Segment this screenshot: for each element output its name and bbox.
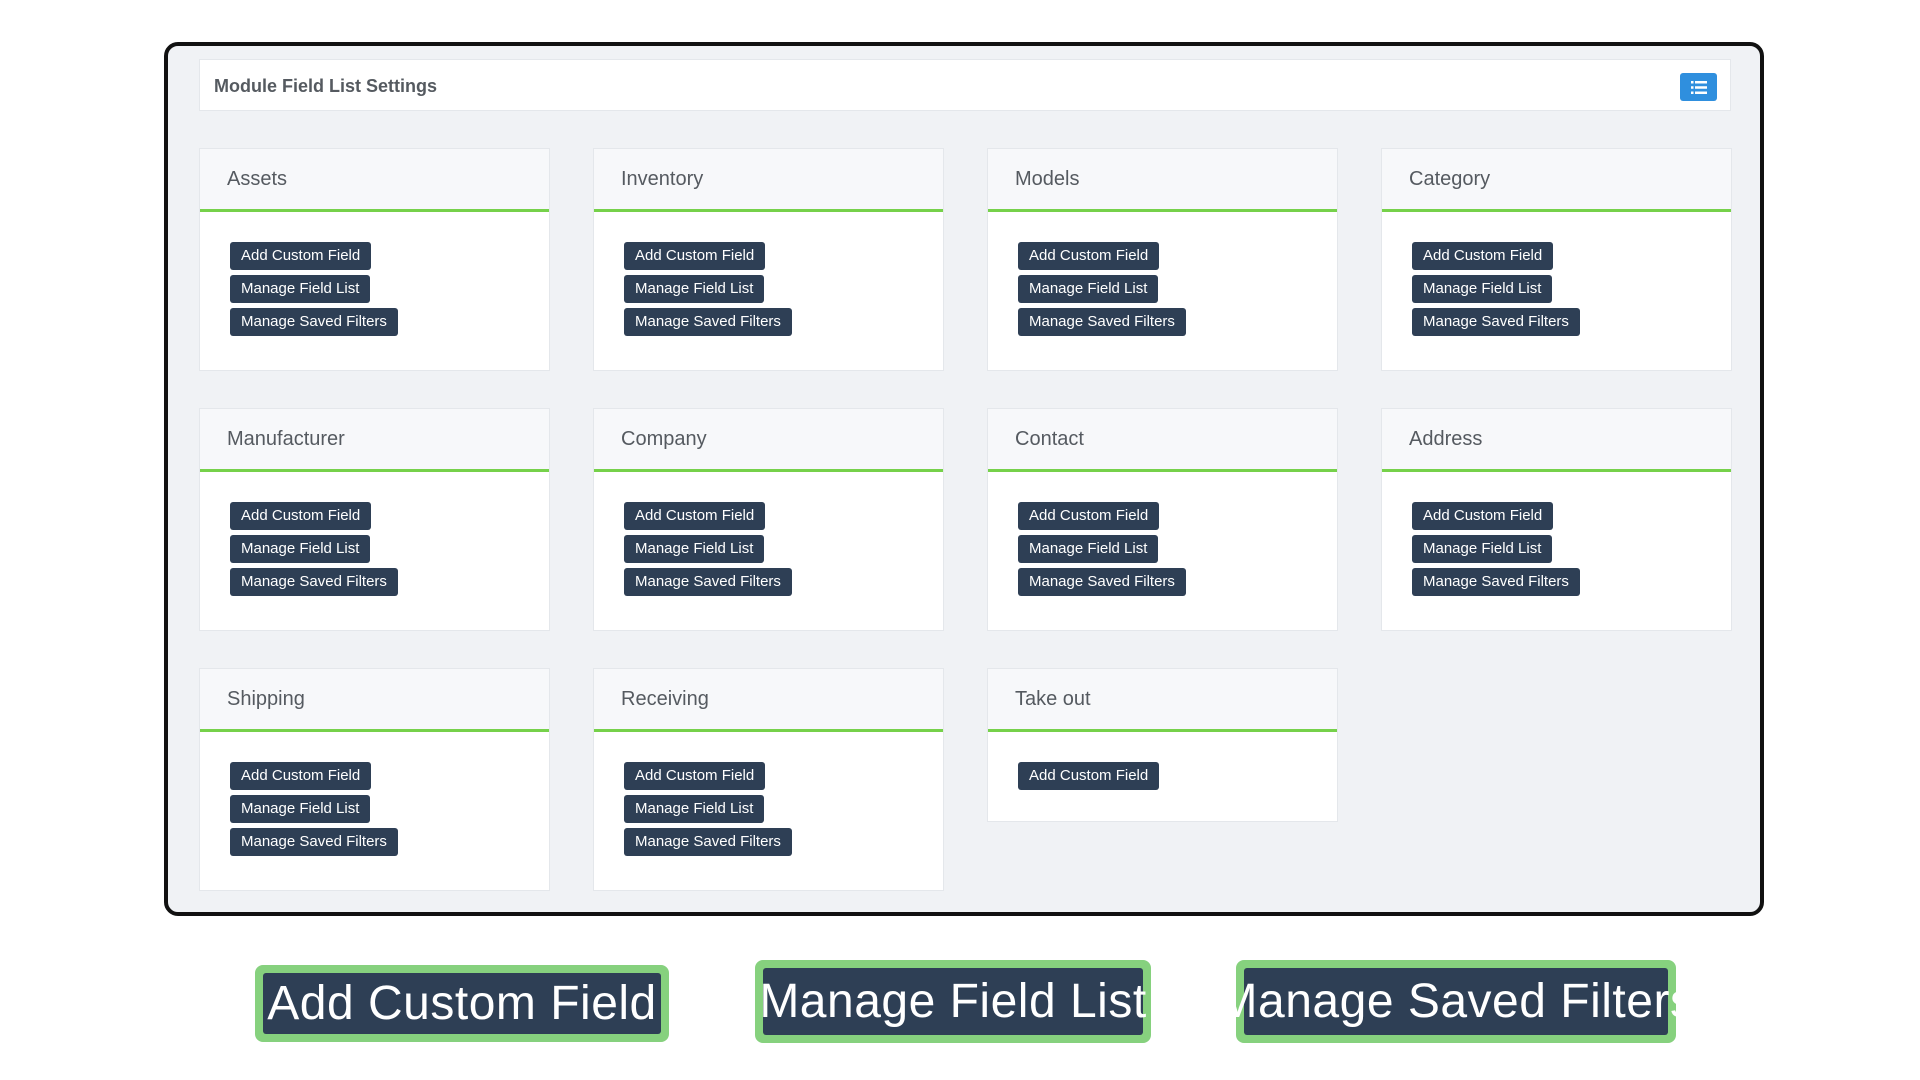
module-card: Inventory Add Custom Field Manage Field Li… [593,148,944,371]
highlight-add-custom-field: Add Custom Field [255,965,669,1042]
manage-field-list-button[interactable]: Manage Field List [230,275,371,303]
manage-saved-filters-button[interactable]: Manage Saved Filters [230,568,398,596]
module-card-header: Category [1382,149,1731,212]
module-card-title: Contact [1015,427,1084,450]
manage-saved-filters-button[interactable]: Manage Saved Filters [1412,568,1580,596]
highlight-add-custom-field-label: Add Custom Field [263,973,661,1034]
module-card: Contact Add Custom Field Manage Field List… [987,408,1338,631]
module-card-actions: Add Custom Field Manage Field List Manage … [200,732,549,890]
manage-field-list-button[interactable]: Manage Field List [230,535,371,563]
add-custom-field-button[interactable]: Add Custom Field [1412,242,1554,270]
add-custom-field-button[interactable]: Add Custom Field [1018,762,1160,790]
module-card-title: Models [1015,167,1080,190]
highlight-manage-saved-filters: Manage Saved Filters [1218,960,1694,1043]
module-card-title: Address [1409,427,1483,450]
manage-field-list-button[interactable]: Manage Field List [230,795,371,823]
manage-saved-filters-button[interactable]: Manage Saved Filters [230,308,398,336]
manage-field-list-button[interactable]: Manage Field List [1018,275,1159,303]
add-custom-field-button[interactable]: Add Custom Field [624,762,766,790]
module-card: Models Add Custom Field Manage Field List M… [987,148,1338,371]
add-custom-field-button[interactable]: Add Custom Field [1018,242,1160,270]
module-card-header: Receiving [594,669,943,732]
manage-saved-filters-button[interactable]: Manage Saved Filters [624,568,792,596]
module-card-header: Company [594,409,943,472]
add-custom-field-button[interactable]: Add Custom Field [624,502,766,530]
module-card: Assets Add Custom Field Manage Field List M… [199,148,550,371]
manage-saved-filters-button[interactable]: Manage Saved Filters [624,828,792,856]
page-title: Module Field List Settings [214,76,438,96]
module-card-actions: Add Custom Field Manage Field List Manage … [594,212,943,370]
manage-saved-filters-button[interactable]: Manage Saved Filters [230,828,398,856]
module-card-header: Inventory [594,149,943,212]
module-card-title: Receiving [621,687,709,710]
module-card: Category Add Custom Field Manage Field Lis… [1381,148,1732,371]
add-custom-field-button[interactable]: Add Custom Field [230,762,372,790]
module-card-actions: Add Custom Field Manage Field List Manage … [988,472,1337,630]
manage-field-list-button[interactable]: Manage Field List [624,795,765,823]
add-custom-field-button[interactable]: Add Custom Field [624,242,766,270]
list-icon [1690,80,1707,94]
add-custom-field-button[interactable]: Add Custom Field [1018,502,1160,530]
module-card-actions: Add Custom Field [988,732,1337,821]
module-card-title: Assets [227,167,288,190]
highlight-manage-field-list-label: Manage Field List [759,968,1146,1035]
add-custom-field-button[interactable]: Add Custom Field [1412,502,1554,530]
module-card-title: Category [1409,167,1491,190]
module-card-header: Shipping [200,669,549,732]
highlight-manage-saved-filters-label: Manage Saved Filters [1218,968,1694,1035]
module-card-actions: Add Custom Field Manage Field List Manage … [594,472,943,630]
module-card: Manufacturer Add Custom Field Manage Field… [199,408,550,631]
manage-field-list-button[interactable]: Manage Field List [624,535,765,563]
module-card: Take out Add Custom Field [987,668,1338,822]
module-grid: Assets Add Custom Field Manage Field List M… [199,148,1732,891]
module-card-header: Contact [988,409,1337,472]
module-card: Shipping Add Custom Field Manage Field Lis… [199,668,550,891]
module-card-title: Manufacturer [227,427,345,450]
manage-saved-filters-button[interactable]: Manage Saved Filters [1412,308,1580,336]
module-card-actions: Add Custom Field Manage Field List Manage … [988,212,1337,370]
highlight-manage-field-list: Manage Field List [755,960,1151,1043]
panel-header: Module Field List Settings [199,59,1731,111]
add-custom-field-button[interactable]: Add Custom Field [230,502,372,530]
module-card-actions: Add Custom Field Manage Field List Manage … [594,732,943,890]
module-card-header: Manufacturer [200,409,549,472]
module-card-header: Assets [200,149,549,212]
manage-field-list-button[interactable]: Manage Field List [1412,275,1553,303]
settings-panel: Module Field List Settings Assets Add Cus… [164,42,1764,916]
module-card-actions: Add Custom Field Manage Field List Manage … [1382,212,1731,370]
manage-saved-filters-button[interactable]: Manage Saved Filters [1018,568,1186,596]
module-card-actions: Add Custom Field Manage Field List Manage … [1382,472,1731,630]
module-card-actions: Add Custom Field Manage Field List Manage … [200,212,549,370]
module-card: Receiving Add Custom Field Manage Field Li… [593,668,944,891]
module-card-title: Inventory [621,167,704,190]
list-view-button[interactable] [1680,73,1717,101]
manage-field-list-button[interactable]: Manage Field List [1018,535,1159,563]
module-card-header: Take out [988,669,1337,732]
module-card: Company Add Custom Field Manage Field List… [593,408,944,631]
module-card-title: Company [621,427,707,450]
add-custom-field-button[interactable]: Add Custom Field [230,242,372,270]
manage-saved-filters-button[interactable]: Manage Saved Filters [624,308,792,336]
manage-field-list-button[interactable]: Manage Field List [1412,535,1553,563]
module-card-title: Take out [1015,687,1091,710]
module-card-header: Models [988,149,1337,212]
module-card-title: Shipping [227,687,305,710]
module-card: Address Add Custom Field Manage Field List… [1381,408,1732,631]
manage-field-list-button[interactable]: Manage Field List [624,275,765,303]
module-card-actions: Add Custom Field Manage Field List Manage … [200,472,549,630]
manage-saved-filters-button[interactable]: Manage Saved Filters [1018,308,1186,336]
module-card-header: Address [1382,409,1731,472]
